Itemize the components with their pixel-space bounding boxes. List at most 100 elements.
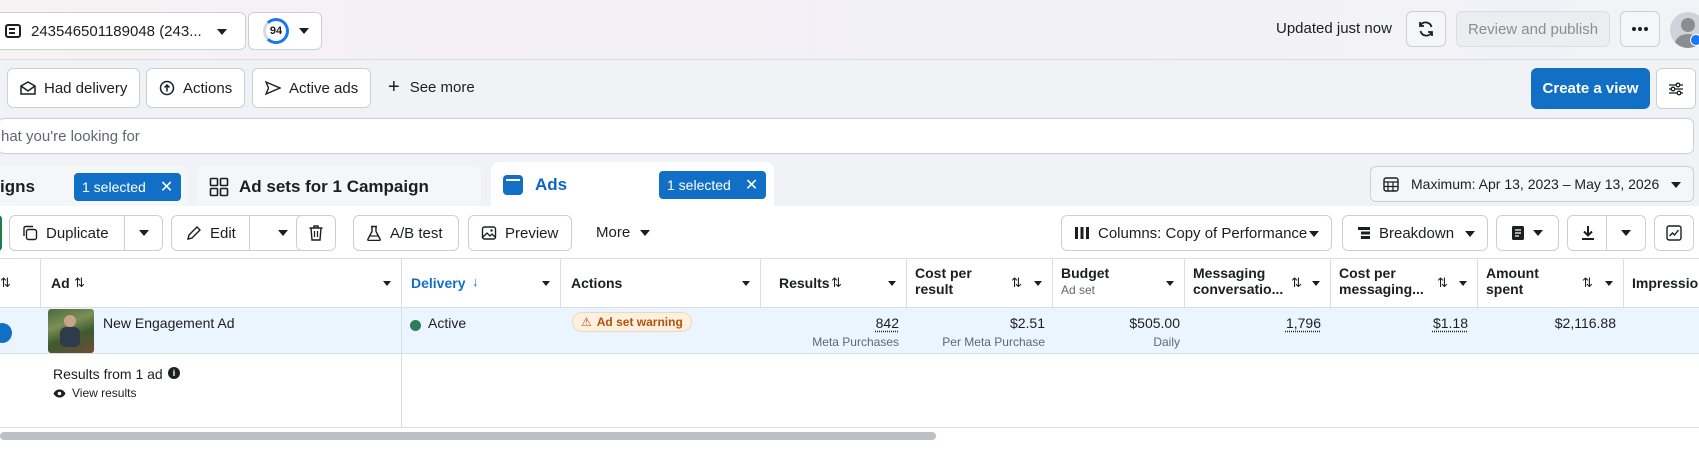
ad-name[interactable]: New Engagement Ad	[103, 315, 235, 331]
edit-label: Edit	[210, 225, 236, 242]
columns-label: Columns: Copy of Performance	[1098, 225, 1307, 242]
chevron-down-icon	[1309, 231, 1319, 237]
account-selector[interactable]: 243546501189048 (243...	[0, 12, 246, 50]
horizontal-scrollbar[interactable]	[0, 432, 936, 440]
ad-set-warning-badge[interactable]: ⚠ Ad set warning	[572, 312, 692, 332]
column-header-status[interactable]: ⇅	[0, 259, 41, 308]
chevron-down-icon	[1459, 281, 1467, 286]
plus-icon: +	[388, 78, 400, 96]
breakdown-button[interactable]: Breakdown	[1342, 215, 1488, 251]
top-bar: 243546501189048 (243... 94 Updated just …	[0, 0, 1699, 60]
see-more-button[interactable]: + See more	[388, 78, 475, 96]
close-icon[interactable]: ✕	[160, 177, 173, 197]
close-icon[interactable]: ✕	[745, 175, 758, 195]
sort-icon: ⇅	[831, 275, 842, 291]
view-results-link[interactable]: View results	[53, 386, 136, 400]
active-ads-filter[interactable]: Active ads	[252, 68, 371, 108]
eye-icon	[53, 389, 66, 398]
facebook-icon	[1690, 34, 1699, 46]
column-header-messaging[interactable]: Messaging conversatio... ⇅	[1185, 259, 1331, 308]
warning-icon: ⚠	[581, 315, 592, 329]
chart-view-button[interactable]	[1654, 215, 1694, 251]
ab-test-label: A/B test	[390, 225, 443, 242]
results-value[interactable]: 842	[876, 315, 899, 331]
filter-settings-button[interactable]	[1656, 68, 1696, 109]
chevron-down-icon	[742, 281, 750, 286]
actions-cell: ⚠ Ad set warning	[561, 308, 761, 353]
column-header-ad[interactable]: Ad ⇅	[41, 259, 402, 308]
delete-button[interactable]	[296, 215, 336, 251]
tab-adsets[interactable]: Ad sets for 1 Campaign	[197, 166, 481, 208]
column-header-cost-per-result[interactable]: Cost per result ⇅	[907, 259, 1053, 308]
table-row[interactable]: New Engagement Ad Active ⚠ Ad set warnin…	[0, 308, 1699, 354]
had-delivery-filter[interactable]: Had delivery	[7, 68, 140, 108]
chevron-down-icon	[1166, 281, 1174, 286]
toolbar: Duplicate Edit A/B test Preview More Col…	[0, 206, 1699, 258]
create-view-button[interactable]: Create a view	[1531, 68, 1650, 109]
sliders-icon	[1668, 82, 1684, 96]
column-amount-line2: spent	[1486, 281, 1615, 297]
export-dropdown[interactable]	[1607, 215, 1645, 251]
upload-circle-icon	[159, 80, 175, 96]
column-cost-result-line1: Cost per	[915, 265, 1044, 281]
budget-sub: Daily	[1153, 335, 1180, 349]
columns-button[interactable]: Columns: Copy of Performance	[1061, 215, 1332, 251]
search-input[interactable]: hat you're looking for	[0, 118, 1694, 154]
opportunity-score-selector[interactable]: 94	[248, 12, 322, 50]
arrow-down-icon: ↓	[472, 274, 479, 289]
column-header-amount-spent[interactable]: Amount spent ⇅	[1478, 259, 1624, 308]
grid-icon	[209, 177, 229, 197]
info-icon[interactable]: i	[168, 367, 180, 379]
tab-campaigns[interactable]: igns 1 selected ✕	[0, 166, 188, 208]
preview-label: Preview	[505, 225, 558, 242]
actions-filter[interactable]: Actions	[146, 68, 245, 108]
sort-icon: ⇅	[74, 275, 85, 291]
create-button-edge[interactable]	[0, 215, 2, 251]
column-header-delivery[interactable]: Delivery ↓	[402, 259, 561, 308]
chevron-down-icon	[1621, 230, 1631, 236]
messaging-value[interactable]: 1,796	[1286, 315, 1321, 331]
breakdown-label: Breakdown	[1379, 225, 1454, 242]
column-cost-messaging-line1: Cost per	[1339, 265, 1469, 281]
download-icon	[1568, 225, 1608, 241]
search-bar: hat you're looking for	[0, 118, 1699, 162]
report-icon	[1511, 225, 1525, 241]
column-ad-label: Ad	[51, 275, 70, 291]
ab-test-button[interactable]: A/B test	[353, 215, 459, 251]
duplicate-icon	[22, 225, 38, 241]
cost-messaging-value[interactable]: $1.18	[1433, 315, 1468, 331]
account-label: 243546501189048 (243...	[31, 23, 202, 40]
duplicate-dropdown[interactable]	[125, 215, 162, 251]
view-results-label: View results	[72, 386, 136, 400]
ads-selected-badge[interactable]: 1 selected ✕	[659, 171, 766, 199]
column-delivery-label: Delivery	[411, 275, 465, 291]
active-ads-label: Active ads	[289, 80, 358, 97]
cost-per-result-value: $2.51	[1010, 315, 1045, 331]
delivery-status: Active	[428, 315, 466, 331]
column-messaging-line1: Messaging	[1193, 265, 1322, 281]
reports-button[interactable]	[1496, 215, 1559, 251]
chevron-down-icon	[139, 230, 149, 236]
preview-button[interactable]: Preview	[468, 215, 572, 251]
more-options-button[interactable]	[1620, 11, 1660, 47]
column-header-budget[interactable]: Budget Ad set	[1053, 259, 1185, 308]
tab-ads[interactable]: Ads 1 selected ✕	[491, 162, 774, 208]
date-range-picker[interactable]: Maximum: Apr 13, 2023 – May 13, 2026	[1370, 166, 1694, 202]
column-budget-sub: Ad set	[1061, 283, 1176, 297]
actions-filter-label: Actions	[183, 80, 232, 97]
column-header-cost-messaging[interactable]: Cost per messaging... ⇅	[1331, 259, 1478, 308]
refresh-icon	[1417, 20, 1435, 38]
refresh-button[interactable]	[1406, 11, 1446, 47]
chevron-down-icon	[1533, 230, 1543, 236]
column-header-results[interactable]: Results ⇅	[761, 259, 907, 308]
ad-name-cell[interactable]: New Engagement Ad	[0, 308, 402, 353]
column-header-actions[interactable]: Actions	[561, 259, 761, 308]
had-delivery-label: Had delivery	[44, 80, 127, 97]
updated-status: Updated just now	[1276, 20, 1392, 37]
more-actions-button[interactable]: More	[596, 224, 650, 241]
review-publish-button[interactable]: Review and publish	[1456, 11, 1610, 47]
cost-per-result-sub: Per Meta Purchase	[942, 335, 1045, 349]
column-header-impressions[interactable]: Impressio	[1624, 259, 1699, 308]
campaigns-selected-badge[interactable]: 1 selected ✕	[74, 173, 181, 201]
sort-icon: ⇅	[0, 275, 11, 291]
